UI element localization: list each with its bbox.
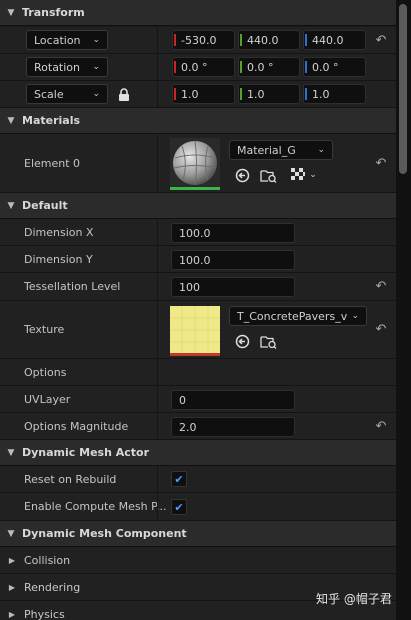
options-magnitude-field[interactable]: 2.0 [171, 417, 295, 437]
reset-arrow-icon[interactable]: ↶ [372, 301, 390, 358]
location-y-field[interactable]: 440.0 [238, 30, 300, 50]
dropdown-label: Rotation [34, 60, 81, 74]
options-magnitude-row: Options Magnitude 2.0 ↶ [0, 413, 396, 440]
section-title: Materials [22, 114, 81, 127]
reset-arrow-icon[interactable]: ↶ [372, 134, 390, 192]
scale-y-field[interactable]: 1.0 [238, 84, 300, 104]
reset-arrow-icon[interactable]: ↶ [372, 27, 390, 53]
chevron-right-icon: ▶ [8, 609, 16, 619]
dropdown-label: Scale [34, 87, 64, 101]
chevron-down-icon: ▼ [7, 115, 15, 126]
dimension-x-row: Dimension X 100.0 [0, 219, 396, 246]
lock-icon[interactable] [115, 85, 133, 103]
property-label: Tessellation Level [24, 280, 121, 293]
texture-name: T_ConcretePavers_v [237, 309, 348, 323]
tessellation-field[interactable]: 100 [171, 277, 295, 297]
scale-row: Scale ⌄ 1.0 1.0 1.0 [0, 81, 396, 108]
chevron-down-icon: ⌄ [92, 62, 100, 72]
location-z-field[interactable]: 440.0 [303, 30, 366, 50]
section-title: Transform [22, 6, 85, 19]
material-options-icon[interactable]: ⌄ [287, 166, 321, 184]
scale-x-field[interactable]: 1.0 [172, 84, 235, 104]
enable-compute-checkbox[interactable]: ✔ [171, 499, 187, 515]
chevron-down-icon: ▼ [7, 7, 15, 18]
dropdown-label: Location [34, 33, 81, 47]
category-label: Rendering [24, 580, 81, 594]
location-x-field[interactable]: -530.0 [172, 30, 235, 50]
scale-z-field[interactable]: 1.0 [303, 84, 366, 104]
vertical-scrollbar[interactable] [396, 0, 411, 620]
location-row: Location ⌄ -530.0 440.0 440.0 ↶ [0, 27, 396, 54]
section-title: Dynamic Mesh Actor [22, 446, 150, 459]
dimension-y-field[interactable]: 100.0 [171, 250, 295, 270]
section-title: Dynamic Mesh Component [22, 527, 187, 540]
use-selected-icon[interactable] [233, 166, 251, 184]
property-label: Options [24, 365, 67, 379]
category-label: Physics [24, 607, 65, 620]
reset-arrow-icon[interactable]: ↶ [372, 413, 390, 439]
texture-thumbnail[interactable] [170, 306, 220, 356]
material-thumbnail[interactable] [170, 138, 220, 190]
chevron-right-icon: ▶ [8, 555, 16, 565]
use-selected-icon[interactable] [233, 332, 251, 350]
property-label: Enable Compute Mesh P... [24, 500, 167, 513]
property-label: Texture [24, 323, 65, 336]
section-dynamic-mesh-actor[interactable]: ▼ Dynamic Mesh Actor [0, 440, 396, 466]
category-collision[interactable]: ▶ Collision [0, 547, 396, 574]
property-label: UVLayer [24, 392, 71, 406]
rotation-row: Rotation ⌄ 0.0 ° 0.0 ° 0.0 ° [0, 54, 396, 81]
chevron-right-icon: ▶ [8, 582, 16, 592]
tessellation-row: Tessellation Level 100 ↶ [0, 273, 396, 301]
browse-folder-icon[interactable] [259, 332, 277, 350]
details-panel: ▼ Transform Location ⌄ -530.0 440.0 440.… [0, 0, 396, 620]
rotation-y-field[interactable]: 0.0 ° [238, 57, 300, 77]
reset-on-rebuild-row: Reset on Rebuild ✔ [0, 466, 396, 493]
section-default[interactable]: ▼ Default [0, 193, 396, 219]
watermark-text: 知乎 @帽子君 [316, 592, 392, 606]
section-title: Default [22, 199, 68, 212]
chevron-down-icon: ⌄ [351, 311, 359, 321]
enable-compute-row: Enable Compute Mesh P... ✔ [0, 493, 396, 521]
dimension-y-row: Dimension Y 100.0 [0, 246, 396, 273]
category-label: Collision [24, 553, 71, 567]
rotation-x-field[interactable]: 0.0 ° [172, 57, 235, 77]
chevron-down-icon: ▼ [7, 447, 15, 458]
material-name: Material_G [237, 143, 296, 157]
rotation-mode-dropdown[interactable]: Rotation ⌄ [26, 57, 108, 77]
browse-folder-icon[interactable] [259, 166, 277, 184]
chevron-down-icon: ▼ [7, 528, 15, 539]
section-materials[interactable]: ▼ Materials [0, 108, 396, 134]
material-asset-dropdown[interactable]: Material_G ⌄ [229, 140, 333, 160]
texture-asset-dropdown[interactable]: T_ConcretePavers_v ⌄ [229, 306, 367, 326]
element-label: Element 0 [24, 156, 81, 170]
property-label: Reset on Rebuild [24, 472, 117, 486]
dimension-x-field[interactable]: 100.0 [171, 223, 295, 243]
scale-mode-dropdown[interactable]: Scale ⌄ [26, 84, 108, 104]
reset-arrow-icon[interactable]: ↶ [372, 273, 390, 300]
options-row: Options [0, 359, 396, 386]
chevron-down-icon: ⌄ [92, 89, 100, 99]
chevron-down-icon: ▼ [7, 200, 15, 211]
reset-on-rebuild-checkbox[interactable]: ✔ [171, 471, 187, 487]
rotation-z-field[interactable]: 0.0 ° [303, 57, 366, 77]
property-label: Dimension X [24, 225, 94, 239]
property-label: Dimension Y [24, 252, 93, 266]
section-transform[interactable]: ▼ Transform [0, 0, 396, 26]
uvlayer-field[interactable]: 0 [171, 390, 295, 410]
uvlayer-row: UVLayer 0 [0, 386, 396, 413]
chevron-down-icon: ⌄ [309, 170, 317, 180]
chevron-down-icon: ⌄ [92, 35, 100, 45]
chevron-down-icon: ⌄ [317, 145, 325, 155]
location-mode-dropdown[interactable]: Location ⌄ [26, 30, 108, 50]
scrollbar-thumb[interactable] [399, 4, 407, 174]
property-label: Options Magnitude [24, 419, 129, 433]
section-dynamic-mesh-component[interactable]: ▼ Dynamic Mesh Component [0, 521, 396, 547]
